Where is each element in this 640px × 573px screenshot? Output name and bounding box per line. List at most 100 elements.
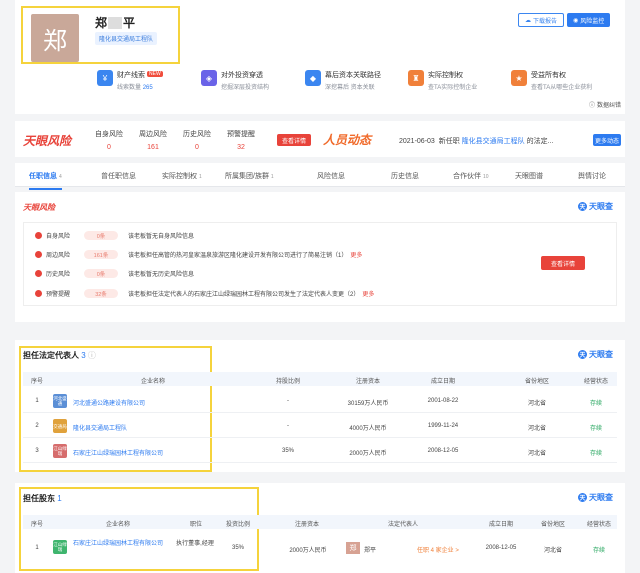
- risk-detail-button[interactable]: 查看详情: [277, 134, 311, 146]
- wallet-icon: ¥: [97, 70, 113, 86]
- shareholder-section: 担任股东 1 天天眼查 序号 企业名称 职位 投资比例 注册资本 法定代表人 成…: [15, 483, 625, 573]
- feature-beneficiary[interactable]: ★ 受益所有权 查看TA从哪些企业获利: [511, 70, 592, 91]
- ratio: -: [287, 398, 289, 404]
- col-region: 省份地区: [540, 522, 565, 528]
- col-region: 省份地区: [524, 379, 549, 385]
- tab-actual-control[interactable]: 实际控制权 1: [162, 171, 202, 181]
- tab-positions[interactable]: 任职信息 4: [29, 171, 62, 190]
- tianyancha-brand: 天天眼查: [578, 350, 613, 359]
- avatar: 郑: [31, 14, 79, 62]
- tianyancha-brand: 天天眼查: [578, 202, 613, 211]
- col-position: 职位: [189, 522, 202, 528]
- tab-group[interactable]: 所属集团/族群 1: [225, 171, 274, 181]
- capital: 2000万人民币: [349, 451, 387, 457]
- warning-stat[interactable]: 预警提醒 32: [221, 129, 261, 151]
- date: 2008-12-05: [485, 545, 517, 551]
- more-dynamics-button[interactable]: 更多动态: [593, 134, 621, 146]
- risk-dot-icon: [35, 290, 42, 297]
- col-ratio: 投资比例: [225, 522, 250, 528]
- more-link[interactable]: 更多: [350, 250, 362, 259]
- rep-avatar: 郑: [346, 542, 360, 554]
- company-link[interactable]: 河北盛通公路建设有限公司: [73, 398, 145, 407]
- row-no: 1: [35, 398, 39, 404]
- col-legal-rep: 法定代表人: [387, 522, 418, 528]
- risk-row-history: 历史风险 0条 该老板暂无历史风险信息: [35, 269, 194, 278]
- feature-actual-control[interactable]: ♜ 实际控制权 查TA实际控制企业: [408, 70, 477, 91]
- legal-rep-title: 担任法定代表人 3 ⓘ: [23, 351, 96, 360]
- data-correction-link[interactable]: ⓘ 数据纠错: [589, 100, 621, 109]
- company-link[interactable]: 隆化县交通局工程队: [73, 423, 127, 432]
- feature-investment-penetration[interactable]: ◈ 对外投资穿透 挖掘深层投资结构: [201, 70, 269, 91]
- col-status: 经营状态: [583, 379, 608, 385]
- rep-companies-link[interactable]: 任职 4 家企业 >: [417, 545, 459, 554]
- risk-row-warning: 预警提醒 32条 该老板担任法定代表人的石家庄江山绿瑞园林工程有限公司发生了法定代表…: [35, 289, 374, 298]
- dynamic-news[interactable]: 2021-06-03 新任职 隆化县交通局工程队 的法定...: [399, 136, 553, 146]
- tab-public-opinion[interactable]: 舆情讨论: [578, 171, 606, 181]
- self-risk-stat[interactable]: 自身风险 0: [89, 129, 129, 151]
- feature-property-clues[interactable]: ¥ 财产线索 NEW 线索数量 265: [97, 70, 163, 91]
- feature-capital-path[interactable]: ◆ 幕后资本关联路径 深挖幕后 资本关联: [305, 70, 381, 91]
- tab-former-positions[interactable]: 曾任职信息: [101, 171, 136, 181]
- company-tag[interactable]: 隆化县交通局工程队: [95, 32, 158, 45]
- tab-bar: 任职信息 4 曾任职信息 实际控制权 1 所属集团/族群 1 风险信息 历史信息…: [15, 163, 625, 190]
- col-date: 成立日期: [430, 379, 455, 385]
- tab-risk-info[interactable]: 风险信息: [317, 171, 345, 181]
- ratio: 35%: [231, 545, 244, 551]
- col-capital: 注册资本: [294, 522, 319, 528]
- surrounding-risk-stat[interactable]: 周边风险 161: [133, 129, 173, 151]
- company-logo: 江山绿瑞: [53, 444, 67, 458]
- table-row[interactable]: 2 交通局 隆化县交通局工程队 - 4000万人民币 1999-11-24 河北…: [23, 414, 617, 438]
- table-row[interactable]: 1 江山绿瑞 石家庄江山绿瑞园林工程有限公司 执行董事,经理 35% 2000万…: [23, 532, 617, 564]
- company-logo: 交通局: [53, 419, 67, 433]
- tianyancha-logo-icon: 天: [578, 350, 587, 359]
- table-row[interactable]: 1 河北盛通 河北盛通公路建设有限公司 - 30159万人民币 2001-08-…: [23, 389, 617, 413]
- status: 存续: [589, 426, 602, 432]
- name-mask: [108, 17, 123, 29]
- risk-section-title: 天眼风险: [23, 203, 55, 212]
- region: 河北省: [527, 451, 546, 457]
- tab-graph[interactable]: 天眼图谱: [515, 171, 543, 181]
- more-link[interactable]: 更多: [362, 289, 374, 298]
- risk-row-surrounding: 周边风险 161条 该老板担任高管的热河皇家温泉旅游区隆化建设开发有限公司进行了简易…: [35, 250, 362, 259]
- table-row[interactable]: 3 江山绿瑞 石家庄江山绿瑞园林工程有限公司 35% 2000万人民币 2008…: [23, 439, 617, 463]
- row-no: 2: [35, 423, 39, 429]
- row-no: 1: [35, 545, 39, 551]
- risk-monitor-button[interactable]: ◉ 风险监控: [567, 13, 611, 27]
- col-company: 企业名称: [140, 379, 165, 385]
- tab-partners[interactable]: 合作伙伴 10: [453, 171, 489, 181]
- ratio: 35%: [281, 448, 294, 454]
- new-badge: NEW: [147, 71, 163, 77]
- region: 河北省: [527, 401, 546, 407]
- company-logo: 江山绿瑞: [53, 540, 67, 554]
- capital: 30159万人民币: [347, 401, 389, 407]
- history-risk-stat[interactable]: 历史风险 0: [177, 129, 217, 151]
- download-report-button[interactable]: ☁ 下载报告: [518, 13, 565, 27]
- date: 2001-08-22: [427, 398, 459, 404]
- tianyancha-brand: 天天眼查: [578, 493, 613, 502]
- region: 河北省: [527, 426, 546, 432]
- date: 1999-11-24: [427, 423, 459, 429]
- person-name: 郑平: [95, 16, 136, 30]
- personnel-dynamics-logo: 人员动态: [323, 133, 372, 147]
- risk-summary-bar: 天眼风险 自身风险 0 周边风险 161 历史风险 0 预警提醒 32 查看详情 人员动…: [15, 121, 625, 157]
- rep-name[interactable]: 郑平: [364, 545, 376, 554]
- risk-row-self: 自身风险 0条 该老板暂无自身风险信息: [35, 231, 194, 240]
- ratio: -: [287, 423, 289, 429]
- position: 执行董事,经理: [176, 541, 214, 547]
- status: 存续: [592, 548, 605, 554]
- cloud-download-icon: ☁: [525, 17, 531, 24]
- company-link[interactable]: 石家庄江山绿瑞园林工程有限公司: [73, 448, 163, 457]
- company-logo: 河北盛通: [53, 394, 67, 408]
- eye-icon: ◉: [573, 17, 579, 24]
- capital: 4000万人民币: [349, 426, 387, 432]
- legal-rep-section: 担任法定代表人 3 ⓘ 天天眼查 序号 企业名称 持股比例 注册资本 成立日期 …: [15, 340, 625, 472]
- status: 存续: [589, 401, 602, 407]
- risk-query-button[interactable]: 查看详情: [541, 256, 585, 270]
- col-capital: 注册资本: [355, 379, 380, 385]
- tab-history-info[interactable]: 历史信息: [391, 171, 419, 181]
- col-company: 企业名称: [105, 522, 130, 528]
- col-status: 经营状态: [586, 522, 611, 528]
- company-link[interactable]: 石家庄江山绿瑞园林工程有限公司: [73, 540, 169, 549]
- risk-dot-icon: [35, 251, 42, 258]
- col-no: 序号: [30, 379, 43, 385]
